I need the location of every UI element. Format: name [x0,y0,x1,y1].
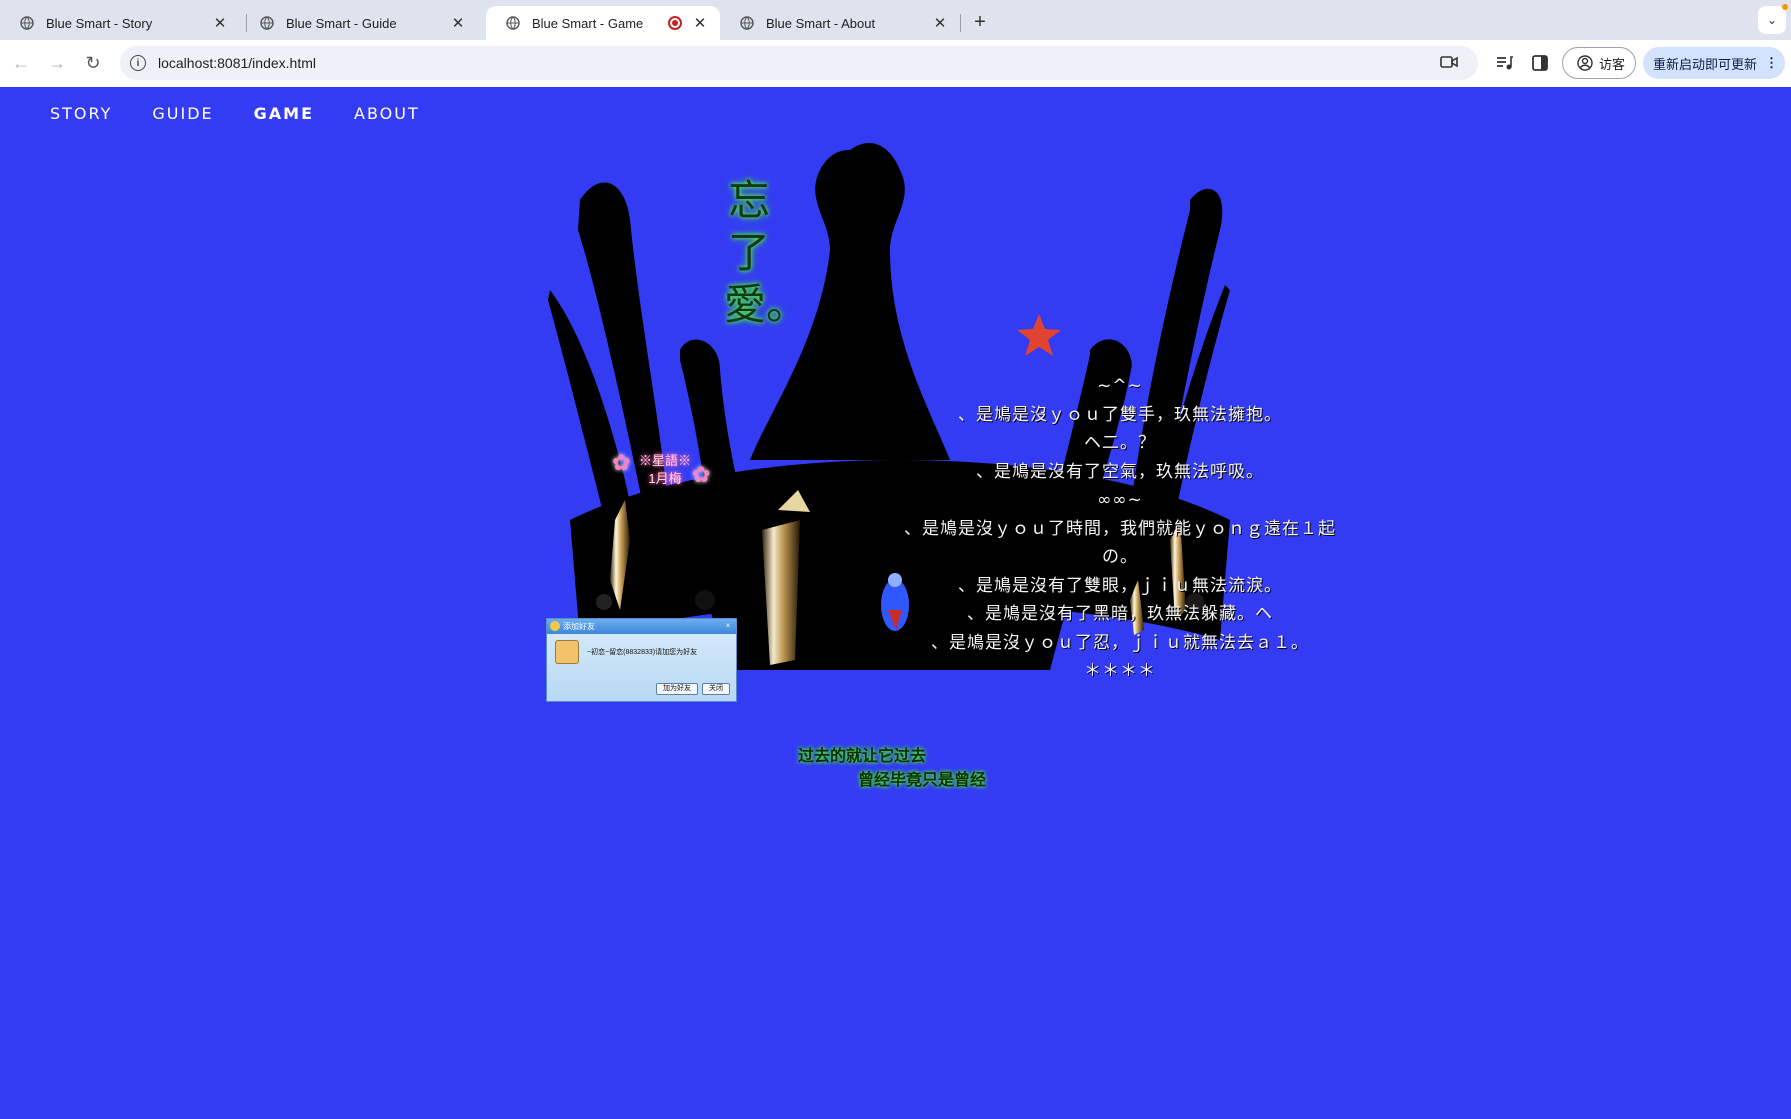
update-label: 重新启动即可更新 [1653,56,1758,72]
new-tab-button[interactable]: + [966,8,994,36]
avatar [555,640,579,664]
glitter-caption: 过去的就让它过去 曾经毕竟只是曾经 [798,745,1008,793]
nav-guide[interactable]: GUIDE [152,104,213,123]
flower-name-line1: ※星語※ [638,453,691,468]
globe-icon [20,16,34,30]
close-icon[interactable]: ✕ [446,11,470,35]
globe-icon [260,16,274,30]
back-button[interactable]: ← [8,50,34,76]
tab-search-button[interactable]: ⌄ [1758,6,1786,34]
add-friend-button[interactable]: 加为好友 [656,683,698,695]
flower-name-line2: 1月梅 [648,471,682,486]
tab-story[interactable]: Blue Smart - Story ✕ [0,6,240,40]
qq-icon [550,621,560,631]
glitter-title: 忘了愛。 [724,176,809,329]
side-panel-icon[interactable] [1530,53,1550,73]
close-icon[interactable]: ✕ [208,11,232,35]
account-icon [1577,55,1593,71]
tab-about[interactable]: Blue Smart - About ✕ [720,6,960,40]
globe-icon [740,16,754,30]
dialog-titlebar: 添加好友 × [547,619,736,634]
tab-title: Blue Smart - Story [46,15,153,31]
poem-line: ＊＊＊＊ [1084,661,1156,681]
recording-icon [668,16,682,30]
site-info-icon[interactable]: i [130,55,146,71]
poem-block: ~^~ 、是鳩是沒ｙｏｕ了雙手，玖無法擁抱。 ヘ二。？ 、是鳩是沒有了空氣，玖無… [880,372,1360,686]
globe-icon [506,16,520,30]
star-icon [1017,314,1061,356]
close-icon[interactable]: ✕ [928,11,952,35]
more-icon[interactable]: ⋮ [1765,55,1778,71]
caption-line2: 曾经毕竟只是曾经 [858,772,987,789]
nav-story[interactable]: STORY [50,104,112,123]
profile-label: 访客 [1599,56,1626,72]
tab-title: Blue Smart - About [766,15,876,31]
poem-line: 、是鳩是沒ｙｏｕ了忍，ｊｉｕ就無法去ａ１。 [931,632,1309,653]
tab-title: Blue Smart - Guide [286,15,397,31]
site-nav: STORY GUIDE GAME ABOUT [50,104,420,123]
nav-about[interactable]: ABOUT [354,104,420,123]
tab-title: Blue Smart - Game [532,15,644,31]
dialog-title: 添加好友 [563,622,595,631]
dialog-message: ~初恋~留恋(8832833)请加您为好友 [587,649,698,656]
tab-strip: Blue Smart - Story ✕ Blue Smart - Guide … [0,0,1791,40]
flower-name-tag: ※星語※ 1月梅 [610,452,720,498]
address-bar[interactable]: i localhost:8081/index.html [120,46,1478,80]
tab-divider [960,14,961,32]
dialog-body: ~初恋~留恋(8832833)请加您为好友 [547,634,736,664]
tab-game[interactable]: Blue Smart - Game ✕ [486,6,720,40]
dialog-close-button[interactable]: 关闭 [702,683,730,695]
notification-dot [1782,4,1788,10]
add-friend-dialog: 添加好友 × ~初恋~留恋(8832833)请加您为好友 加为好友 关闭 [546,618,737,702]
poem-line: ヘ二。？ [1084,433,1156,453]
close-icon[interactable]: ✕ [688,11,712,35]
poem-line: ~^~ [1097,376,1143,396]
caption-line1: 过去的就让它过去 [798,748,927,765]
poem-line: の。 [1102,547,1138,567]
close-icon[interactable]: × [723,621,733,631]
nav-game[interactable]: GAME [254,104,314,123]
camera-icon[interactable] [1440,55,1458,69]
poem-line: 、是鳩是沒有了黑暗，玖無法躲藏。ヘ [967,604,1273,624]
update-button[interactable]: 重新启动即可更新 ⋮ [1643,47,1785,79]
media-controls-icon[interactable] [1494,53,1514,73]
profile-button[interactable]: 访客 [1562,47,1636,79]
dialog-buttons: 加为好友 关闭 [656,683,730,695]
reload-button[interactable]: ↻ [80,50,106,76]
poem-line: ∞∞~ [1097,490,1143,510]
poem-line: 、是鳩是沒有了雙眼，ｊｉｕ無法流淚。 [958,575,1282,596]
poem-line: 、是鳩是沒ｙｏｕ了雙手，玖無法擁抱。 [958,404,1282,425]
address-text[interactable]: localhost:8081/index.html [158,55,316,71]
poem-line: 、是鳩是沒ｙｏｕ了時間，我們就能ｙｏｎｇ遠在１起 [904,518,1336,539]
tab-guide[interactable]: Blue Smart - Guide ✕ [240,6,478,40]
forward-button[interactable]: → [44,50,70,76]
poem-line: 、是鳩是沒有了空氣，玖無法呼吸。 [976,461,1264,482]
browser-toolbar: ← → ↻ i localhost:8081/index.html 访客 重新启… [0,40,1791,87]
